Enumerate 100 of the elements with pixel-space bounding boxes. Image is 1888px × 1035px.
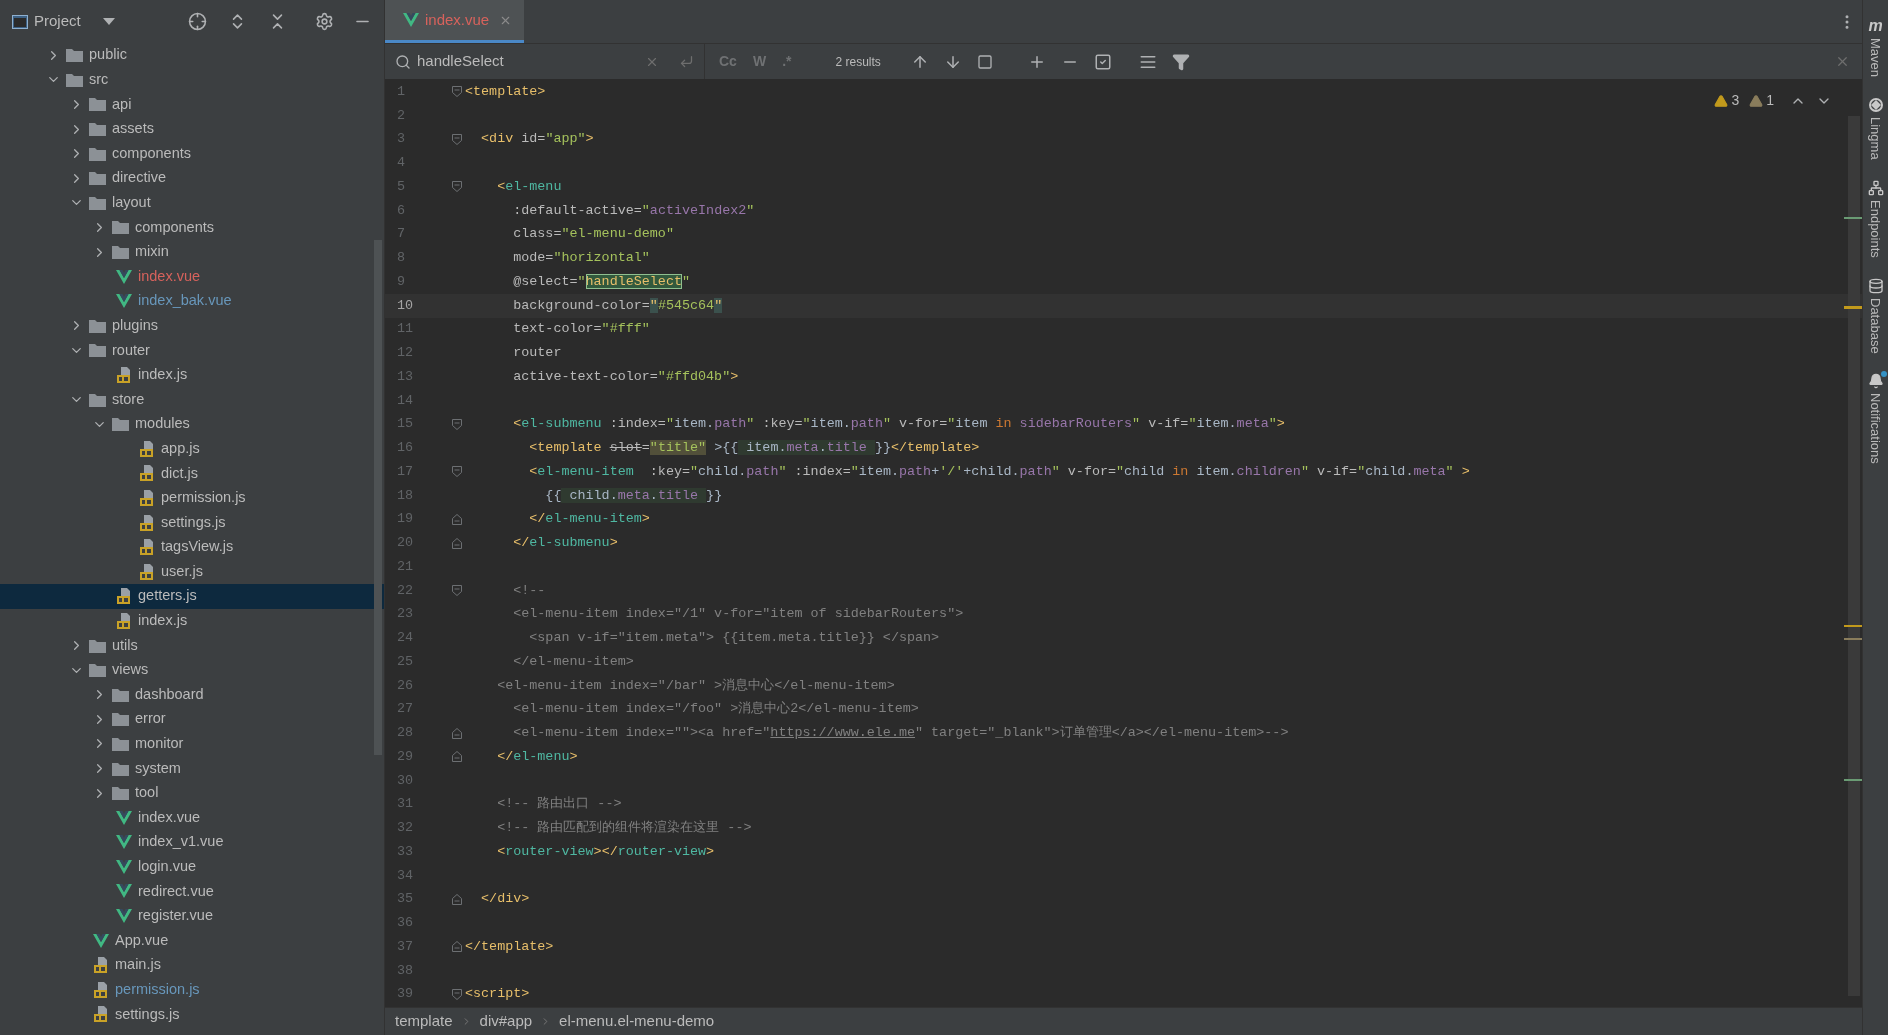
fold-icon[interactable]: [452, 133, 462, 145]
select-all-icon[interactable]: [976, 53, 993, 70]
tool-window-button[interactable]: m Maven: [1865, 18, 1886, 78]
tree-item[interactable]: settings.js: [0, 1002, 384, 1027]
tree-item[interactable]: components: [0, 141, 384, 166]
tree-item[interactable]: layout: [0, 190, 384, 216]
tree-item[interactable]: index.vue: [0, 805, 384, 830]
code-line: mode="horizontal": [512, 249, 650, 268]
fold-icon[interactable]: [452, 988, 462, 1000]
locate-icon[interactable]: [188, 12, 207, 31]
tree-item[interactable]: assets: [0, 116, 384, 142]
inspection-counter[interactable]: 3: [1714, 90, 1740, 111]
tree-item[interactable]: router: [0, 338, 384, 363]
code-line: <!-- 路由匹配到的组件将渲染在这里 -->: [496, 819, 752, 838]
file-name: getters.js: [138, 586, 197, 606]
fold-icon[interactable]: [452, 513, 462, 525]
panel-title[interactable]: Project: [34, 10, 81, 33]
inspection-counter[interactable]: 1: [1749, 90, 1774, 111]
fold-icon[interactable]: [452, 418, 462, 430]
code-line: background-color="#545c64": [512, 296, 723, 315]
breadcrumb[interactable]: el-menu.el-menu-demo: [559, 1010, 715, 1033]
file-name: index.vue: [138, 807, 201, 827]
fold-icon[interactable]: [452, 727, 462, 739]
tree-item[interactable]: user.js: [0, 559, 384, 585]
fold-icon[interactable]: [452, 466, 462, 478]
tree-item[interactable]: app.js: [0, 436, 384, 462]
tree-item[interactable]: permission.js: [0, 977, 384, 1003]
file-name: index.js: [138, 611, 188, 631]
tool-window-button[interactable]: Endpoints: [1865, 179, 1886, 258]
select-all-occurrences-icon[interactable]: [1093, 52, 1112, 71]
tree-item[interactable]: views: [0, 657, 384, 683]
tree-item[interactable]: redirect.vue: [0, 879, 384, 904]
tree-item[interactable]: index.js: [0, 362, 384, 388]
tree-item[interactable]: register.vue: [0, 903, 384, 929]
breadcrumb[interactable]: div#app: [479, 1010, 533, 1033]
tree-item[interactable]: App.vue: [0, 928, 384, 953]
tree-item[interactable]: getters.js: [0, 584, 384, 609]
fold-icon[interactable]: [452, 585, 462, 597]
tree-item[interactable]: monitor: [0, 731, 384, 757]
tree-item[interactable]: dict.js: [0, 461, 384, 486]
fold-icon[interactable]: [452, 893, 462, 905]
fold-icon[interactable]: [452, 86, 462, 98]
line-number: 30: [396, 771, 415, 790]
dropdown-caret-icon[interactable]: [102, 17, 115, 26]
line-number: 27: [396, 700, 415, 719]
tree-item[interactable]: settings.js: [0, 510, 384, 535]
tool-window-button[interactable]: Notifications: [1865, 373, 1886, 464]
fold-icon[interactable]: [452, 181, 462, 193]
file-name: views: [112, 660, 149, 680]
code-line: <el-submenu :index="item.path" :key="item.path" v-for="item in sidebarRouters" v-if="item.meta">: [512, 415, 1285, 434]
tree-item[interactable]: login.vue: [0, 854, 384, 880]
file-name: app.js: [161, 438, 200, 458]
tree-item[interactable]: main.js: [0, 952, 384, 978]
tool-window-button[interactable]: Database: [1865, 277, 1886, 354]
js-file-icon: [139, 465, 155, 482]
tree-item[interactable]: components: [0, 215, 384, 240]
tree-item[interactable]: utils: [0, 633, 384, 658]
tree-item[interactable]: dashboard: [0, 682, 384, 708]
scrollbar-thumb[interactable]: [374, 240, 382, 755]
tree-item[interactable]: src: [0, 67, 384, 93]
line-number: 3: [396, 130, 407, 149]
tree-item[interactable]: mixin: [0, 239, 384, 265]
tree-item[interactable]: tool: [0, 780, 384, 806]
tree-item[interactable]: plugins: [0, 313, 384, 339]
code-line: </el-menu>: [496, 747, 578, 766]
tree-item[interactable]: index_v1.vue: [0, 830, 384, 855]
fold-icon[interactable]: [452, 537, 462, 549]
code-line: <div id="app">: [480, 130, 594, 149]
tool-window-button[interactable]: Lingma: [1865, 97, 1886, 160]
editor-scrollbar-track[interactable]: [1848, 116, 1860, 996]
tree-item[interactable]: public: [0, 43, 384, 68]
fold-icon[interactable]: [452, 941, 462, 953]
tree-item[interactable]: modules: [0, 411, 384, 437]
tree-item[interactable]: directive: [0, 165, 384, 191]
code-line: </el-menu-item>: [528, 510, 650, 529]
breadcrumb[interactable]: template: [395, 1010, 453, 1033]
code-line: </div>: [480, 890, 530, 909]
tree-item[interactable]: index.js: [0, 608, 384, 634]
tree-item[interactable]: index_bak.vue: [0, 288, 384, 314]
folder-icon: [112, 245, 129, 260]
tree-item[interactable]: tagsView.js: [0, 534, 384, 560]
file-name: layout: [112, 193, 151, 212]
tree-item[interactable]: error: [0, 707, 384, 732]
tree-item[interactable]: index.vue: [0, 264, 384, 289]
tree-item[interactable]: permission.js: [0, 485, 384, 511]
change-marker: [1844, 217, 1862, 219]
line-number: 8: [396, 249, 407, 268]
settings-icon[interactable]: [315, 12, 334, 31]
filter-icon[interactable]: [1171, 52, 1190, 71]
folder-icon: [112, 687, 129, 702]
fold-icon[interactable]: [452, 751, 462, 763]
tree-item[interactable]: system: [0, 756, 384, 781]
code-line: :default-active="activeIndex2": [512, 201, 755, 220]
notification-bell-icon: [1867, 373, 1884, 390]
tree-item[interactable]: store: [0, 387, 384, 412]
vue-logo-icon: [116, 884, 132, 899]
lingma-logo-icon: [1867, 97, 1884, 114]
file-name: settings.js: [115, 1004, 180, 1024]
warning-icon: [1749, 93, 1764, 108]
tree-item[interactable]: api: [0, 92, 384, 117]
